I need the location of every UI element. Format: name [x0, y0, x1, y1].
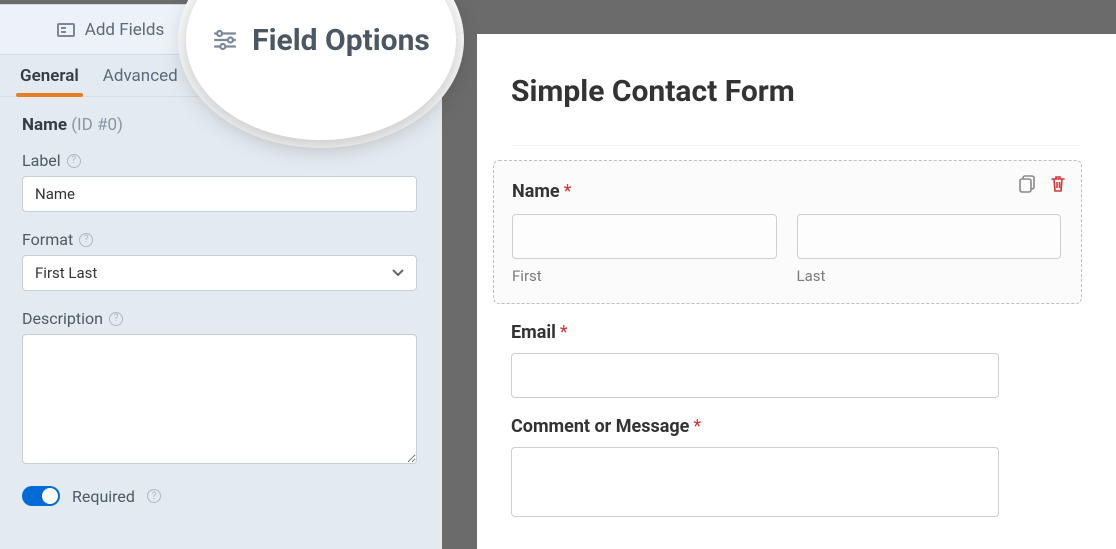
- preview-comment-label-text: Comment or Message: [511, 416, 689, 437]
- preview-field-comment[interactable]: Comment or Message*: [511, 416, 1080, 517]
- preview-field-name[interactable]: Name* First Last: [493, 160, 1082, 304]
- subtab-general[interactable]: General: [20, 66, 79, 96]
- form-title: Simple Contact Form: [477, 34, 1116, 145]
- top-gray-strip: [442, 0, 1116, 34]
- panel-body: Name (ID #0) Label ? Format ? First Last…: [0, 97, 442, 524]
- required-label: Required: [72, 487, 135, 506]
- help-icon[interactable]: ?: [147, 489, 161, 503]
- preview-email-label-text: Email: [511, 322, 556, 343]
- format-label-text: Format: [22, 230, 73, 249]
- email-input[interactable]: [511, 353, 999, 398]
- help-icon[interactable]: ?: [109, 312, 123, 326]
- required-toggle[interactable]: [22, 486, 60, 506]
- preview-email-label: Email*: [511, 322, 1080, 343]
- first-name-col: First: [512, 214, 777, 285]
- delete-icon[interactable]: [1049, 175, 1067, 193]
- last-name-input[interactable]: [797, 214, 1062, 259]
- preview-field-email[interactable]: Email*: [511, 322, 1080, 398]
- sliders-icon: [212, 29, 238, 51]
- name-row: First Last: [512, 214, 1061, 285]
- field-header-id: (ID #0): [71, 115, 123, 135]
- format-select[interactable]: First Last: [22, 255, 417, 291]
- group-label: Label ?: [22, 151, 420, 212]
- form-preview: Simple Contact Form Name* First: [477, 34, 1116, 549]
- left-gray-strip: [442, 0, 477, 549]
- label-label: Label ?: [22, 151, 420, 170]
- format-label: Format ?: [22, 230, 420, 249]
- add-fields-icon: [57, 23, 75, 37]
- help-icon[interactable]: ?: [67, 154, 81, 168]
- description-label: Description ?: [22, 309, 420, 328]
- required-star: *: [564, 181, 572, 202]
- label-input[interactable]: [22, 176, 417, 212]
- tab-add-fields-label: Add Fields: [85, 20, 165, 40]
- last-sublabel: Last: [797, 267, 1062, 285]
- label-label-text: Label: [22, 151, 61, 170]
- subtab-advanced[interactable]: Advanced: [103, 66, 178, 96]
- help-icon[interactable]: ?: [79, 233, 93, 247]
- duplicate-icon[interactable]: [1019, 175, 1037, 193]
- first-sublabel: First: [512, 267, 777, 285]
- preview-name-label-text: Name: [512, 181, 560, 202]
- group-format: Format ? First Last: [22, 230, 420, 291]
- magnify-title: Field Options: [252, 23, 430, 58]
- last-name-col: Last: [797, 214, 1062, 285]
- required-row: Required ?: [22, 486, 420, 506]
- required-star: *: [693, 416, 701, 437]
- description-textarea[interactable]: [22, 334, 417, 464]
- preview-name-label: Name*: [512, 181, 1061, 202]
- first-name-input[interactable]: [512, 214, 777, 259]
- field-actions: [1019, 175, 1067, 193]
- divider: [511, 145, 1080, 146]
- required-star: *: [560, 322, 568, 343]
- description-label-text: Description: [22, 309, 103, 328]
- field-header-name: Name: [22, 115, 67, 135]
- group-description: Description ?: [22, 309, 420, 468]
- comment-textarea[interactable]: [511, 447, 999, 517]
- preview-comment-label: Comment or Message*: [511, 416, 1080, 437]
